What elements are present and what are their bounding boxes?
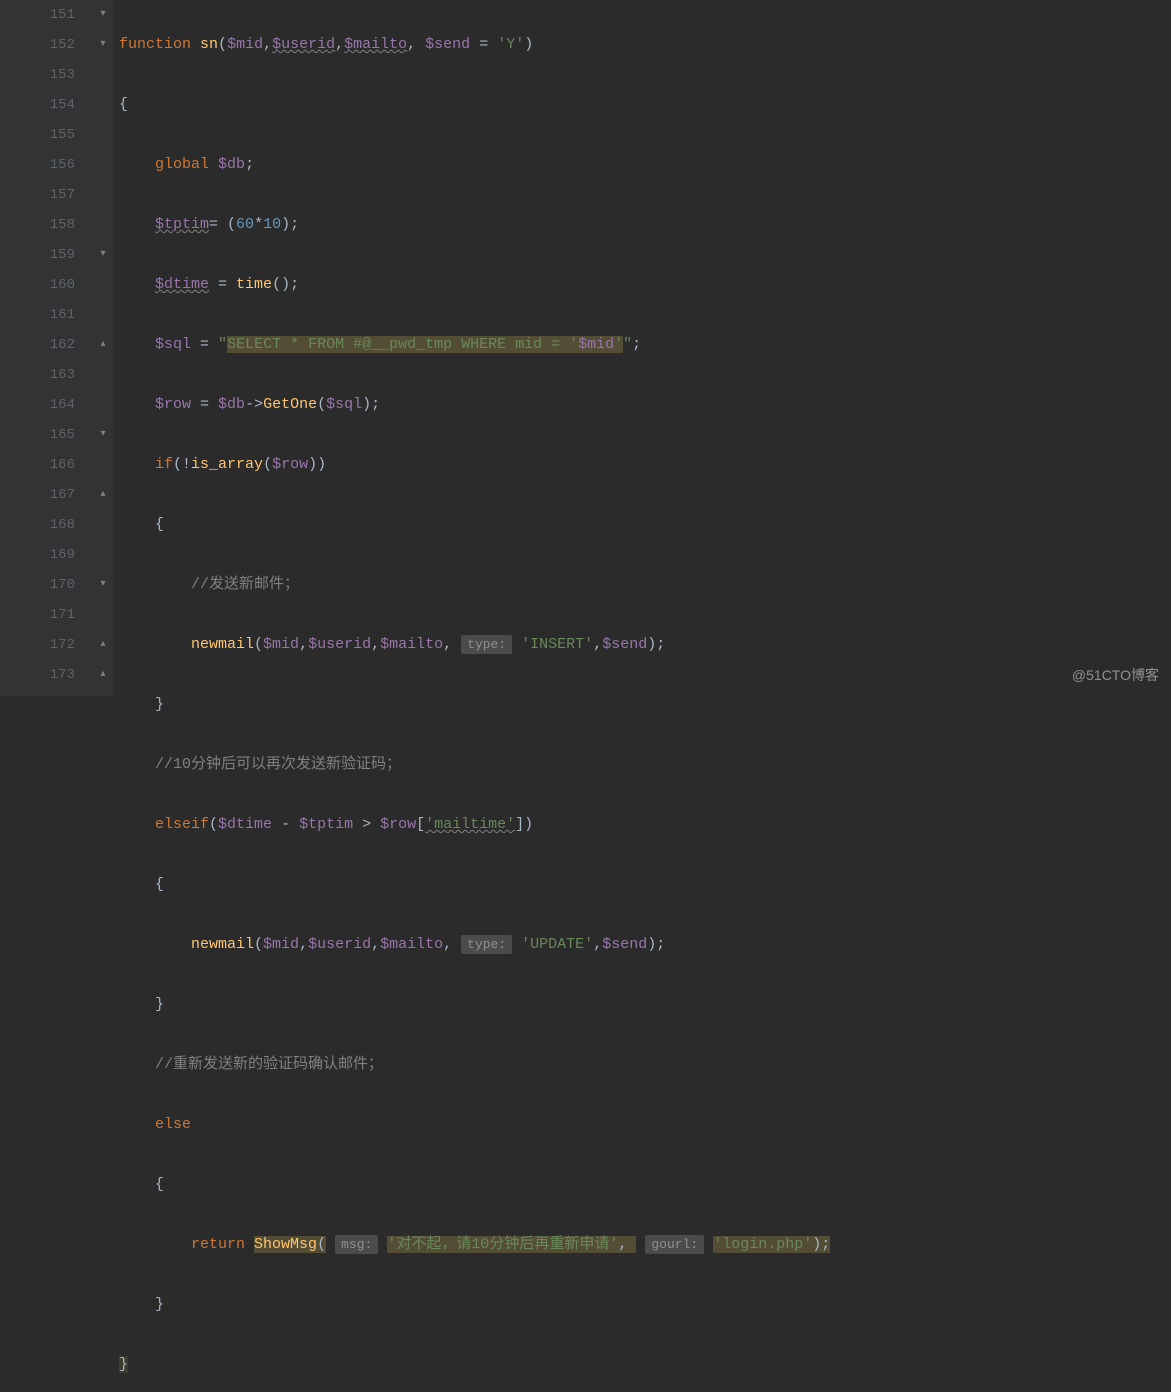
watermark: @51CTO博客 [1072, 660, 1159, 690]
code-line: function sn($mid,$userid,$mailto, $send … [119, 30, 1171, 60]
line-number: 160 [18, 270, 75, 300]
line-number: 152 [18, 30, 75, 60]
line-number: 163 [18, 360, 75, 390]
fold-icon[interactable]: ▾ [97, 249, 109, 261]
line-number: 161 [18, 300, 75, 330]
fold-icon[interactable]: ▾ [97, 9, 109, 21]
fold-icon[interactable]: ▴ [97, 489, 109, 501]
code-line: } [119, 1350, 1171, 1380]
line-number: 167 [18, 480, 75, 510]
line-number: 158 [18, 210, 75, 240]
fold-icon[interactable]: ▴ [97, 669, 109, 681]
fold-icon[interactable]: ▴ [97, 639, 109, 651]
code-line: $dtime = time(); [119, 270, 1171, 300]
left-margin [0, 0, 10, 696]
fold-icon[interactable]: ▾ [97, 579, 109, 591]
line-number-gutter: 151 152 153 154 155 156 157 158 159 160 … [10, 0, 95, 696]
code-line: { [119, 1170, 1171, 1200]
line-number: 172 [18, 630, 75, 660]
line-number: 171 [18, 600, 75, 630]
code-line: //发送新邮件； [119, 570, 1171, 600]
line-number: 165 [18, 420, 75, 450]
code-line: $sql = "SELECT * FROM #@__pwd_tmp WHERE … [119, 330, 1171, 360]
code-line: //重新发送新的验证码确认邮件； [119, 1050, 1171, 1080]
fold-icon[interactable]: ▴ [97, 339, 109, 351]
code-line: else [119, 1110, 1171, 1140]
fold-gutter: ▾ ▾ ▾ ▴ ▾ ▴ ▾ ▴ ▴ [95, 0, 113, 696]
line-number: 156 [18, 150, 75, 180]
code-line: newmail($mid,$userid,$mailto, type: 'INS… [119, 630, 1171, 660]
code-line: newmail($mid,$userid,$mailto, type: 'UPD… [119, 930, 1171, 960]
code-line: { [119, 870, 1171, 900]
code-line: { [119, 510, 1171, 540]
code-line: { [119, 90, 1171, 120]
fold-icon[interactable]: ▾ [97, 39, 109, 51]
code-line: if(!is_array($row)) [119, 450, 1171, 480]
line-number: 164 [18, 390, 75, 420]
code-line: elseif($dtime - $tptim > $row['mailtime'… [119, 810, 1171, 840]
code-line: $tptim= (60*10); [119, 210, 1171, 240]
code-line: //10分钟后可以再次发送新验证码； [119, 750, 1171, 780]
code-line: $row = $db->GetOne($sql); [119, 390, 1171, 420]
line-number: 157 [18, 180, 75, 210]
line-number: 151 [18, 0, 75, 30]
code-line: global $db; [119, 150, 1171, 180]
line-number: 170 [18, 570, 75, 600]
line-number: 159 [18, 240, 75, 270]
line-number: 154 [18, 90, 75, 120]
code-line: } [119, 690, 1171, 720]
line-number: 173 [18, 660, 75, 690]
line-number: 155 [18, 120, 75, 150]
code-editor[interactable]: 151 152 153 154 155 156 157 158 159 160 … [0, 0, 1171, 696]
fold-icon[interactable]: ▾ [97, 429, 109, 441]
line-number: 162 [18, 330, 75, 360]
code-area[interactable]: function sn($mid,$userid,$mailto, $send … [113, 0, 1171, 696]
code-line: } [119, 1290, 1171, 1320]
line-number: 168 [18, 510, 75, 540]
code-line: return ShowMsg( msg: '对不起，请10分钟后再重新申请', … [119, 1230, 1171, 1260]
line-number: 169 [18, 540, 75, 570]
line-number: 166 [18, 450, 75, 480]
line-number: 153 [18, 60, 75, 90]
code-line: } [119, 990, 1171, 1020]
